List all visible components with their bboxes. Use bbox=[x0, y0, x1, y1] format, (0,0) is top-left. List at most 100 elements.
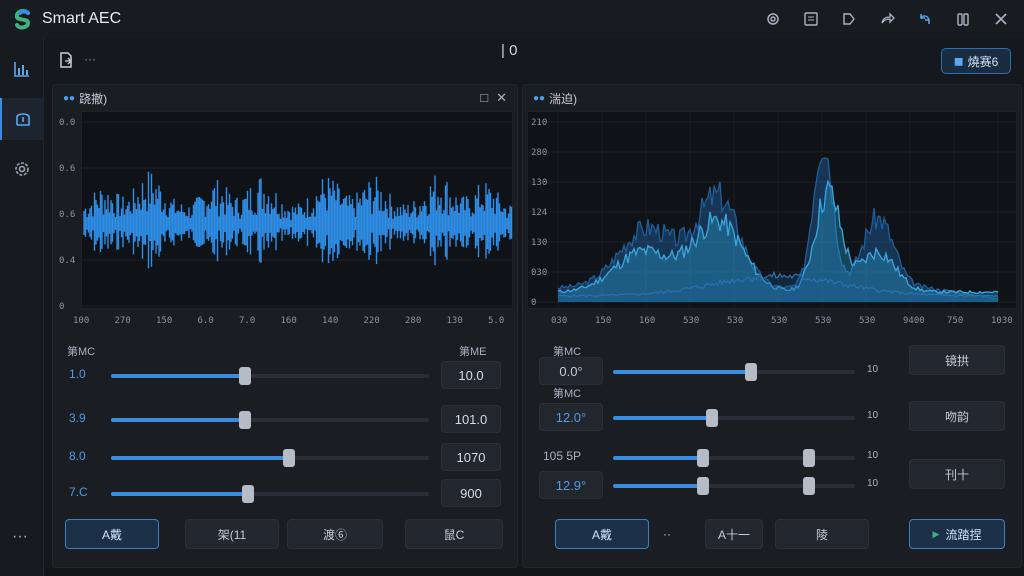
slider-handle[interactable] bbox=[744, 363, 757, 381]
row-value-field[interactable]: 12.9° bbox=[539, 471, 603, 499]
x-tick-label: 140 bbox=[322, 316, 338, 326]
slider-fill bbox=[111, 492, 248, 496]
side-button-3[interactable]: 刊十 bbox=[909, 459, 1005, 489]
right-action-3[interactable]: 陵 bbox=[775, 519, 869, 549]
slider-fill bbox=[111, 456, 290, 460]
panel-dot-icon: ●● bbox=[63, 92, 76, 104]
slider-fill bbox=[613, 416, 713, 420]
row-label: 第MC bbox=[553, 388, 582, 400]
x-tick-label: 5.0 bbox=[488, 316, 504, 326]
range-handle[interactable] bbox=[803, 449, 816, 467]
x-tick-label: 9400 bbox=[903, 316, 925, 326]
slider-track[interactable] bbox=[111, 449, 429, 467]
y-tick-label: 0 bbox=[531, 298, 536, 308]
navigation-rail: ··· bbox=[0, 38, 44, 576]
value-field[interactable]: 900 bbox=[441, 479, 501, 507]
left-action-1[interactable]: A戴 bbox=[65, 519, 159, 549]
x-tick-label: 150 bbox=[156, 316, 172, 326]
document-icon[interactable] bbox=[796, 6, 826, 32]
slider-handle[interactable] bbox=[238, 367, 251, 385]
slider-handle[interactable] bbox=[706, 409, 719, 427]
side-button-2[interactable]: 吻韵 bbox=[909, 401, 1005, 431]
tag-icon[interactable] bbox=[834, 6, 864, 32]
right-action-1[interactable]: A戴 bbox=[555, 519, 649, 549]
slider-handle[interactable] bbox=[238, 411, 251, 429]
slider-track[interactable] bbox=[111, 367, 429, 385]
x-tick-label: 160 bbox=[281, 316, 297, 326]
x-tick-label: 530 bbox=[727, 316, 743, 326]
range-handle[interactable] bbox=[803, 477, 816, 495]
right-action-2[interactable]: A十一 bbox=[705, 519, 763, 549]
slider-value-label: 8.0 bbox=[69, 449, 86, 463]
slider-handle[interactable] bbox=[283, 449, 296, 467]
close-panel-icon[interactable]: ✕ bbox=[496, 90, 507, 106]
row-value-field[interactable]: 12.0° bbox=[539, 403, 603, 431]
range-handle[interactable] bbox=[696, 449, 709, 467]
settings-icon[interactable] bbox=[0, 148, 44, 190]
value-field[interactable]: 1070 bbox=[441, 443, 501, 471]
waveform-axes: 0.0 0.6 0.6 0.4 0 100 270 150 6.0 7.0 160 140 220 280… bbox=[59, 118, 504, 326]
bar-chart-icon[interactable] bbox=[0, 48, 44, 90]
slider-track[interactable] bbox=[613, 477, 855, 495]
slider-track[interactable] bbox=[613, 363, 855, 381]
shield-icon: ◼ bbox=[953, 54, 964, 68]
share-icon[interactable] bbox=[872, 6, 902, 32]
row-max-label: 10 bbox=[867, 410, 879, 421]
gear-icon[interactable] bbox=[758, 6, 788, 32]
left-action-3[interactable]: 渡⑥ bbox=[287, 519, 383, 549]
range-handle[interactable] bbox=[696, 477, 709, 495]
spectrum-panel: ●● 湍迫) 210 280 130 124 130 030 0 030 150 160 530 53… bbox=[522, 84, 1022, 568]
x-tick-label: 270 bbox=[115, 316, 131, 326]
more-menu-icon[interactable]: ··· bbox=[12, 528, 28, 546]
slider-fill bbox=[613, 370, 751, 374]
row-value-field[interactable]: 0.0° bbox=[539, 357, 603, 385]
export-icon[interactable] bbox=[56, 50, 76, 70]
y-tick-label: 0.6 bbox=[59, 164, 75, 174]
value-field[interactable]: 10.0 bbox=[441, 361, 501, 389]
toolbar: ··· | 0 ◼ 燒赛6 bbox=[46, 38, 1024, 82]
slider-track[interactable] bbox=[613, 449, 855, 467]
y-tick-label: 030 bbox=[531, 268, 547, 278]
x-tick-label: 100 bbox=[73, 316, 89, 326]
y-tick-label: 124 bbox=[531, 208, 547, 218]
x-tick-label: 280 bbox=[405, 316, 421, 326]
x-tick-label: 6.0 bbox=[198, 316, 214, 326]
x-tick-label: 530 bbox=[815, 316, 831, 326]
slider-value-label: 3.9 bbox=[69, 411, 86, 425]
slider-track[interactable] bbox=[613, 409, 855, 427]
toolbar-more[interactable]: ··· bbox=[84, 52, 96, 66]
app-title: Smart AEC bbox=[42, 10, 122, 27]
slider-track[interactable] bbox=[111, 485, 429, 503]
row-label: 105 5P bbox=[543, 449, 582, 463]
columns-icon[interactable] bbox=[948, 6, 978, 32]
audio-icon[interactable] bbox=[0, 98, 44, 140]
x-tick-label: 160 bbox=[639, 316, 655, 326]
status-bar bbox=[46, 568, 1024, 576]
panel-title: 湍迫) bbox=[549, 91, 578, 106]
x-tick-label: 1030 bbox=[991, 316, 1013, 326]
slider-fill bbox=[613, 484, 703, 488]
right-more-button[interactable]: ·· bbox=[651, 519, 683, 549]
slider-track[interactable] bbox=[111, 411, 429, 429]
slider-header-right: 第ME bbox=[459, 346, 487, 358]
left-action-2[interactable]: 架(11 bbox=[185, 519, 279, 549]
side-button-1[interactable]: 镜拱 bbox=[909, 345, 1005, 375]
x-tick-label: 150 bbox=[595, 316, 611, 326]
close-icon[interactable] bbox=[986, 6, 1016, 32]
value-field[interactable]: 101.0 bbox=[441, 405, 501, 433]
primary-run-button[interactable]: ▶ 流踏捏 bbox=[909, 519, 1005, 549]
y-tick-label: 0.0 bbox=[59, 118, 75, 128]
x-tick-label: 130 bbox=[447, 316, 463, 326]
slider-handle[interactable] bbox=[241, 485, 254, 503]
top-right-button[interactable]: ◼ 燒赛6 bbox=[941, 48, 1011, 74]
refresh-icon[interactable] bbox=[910, 6, 940, 32]
panel-dot-icon: ●● bbox=[533, 92, 546, 104]
app-logo-icon bbox=[14, 8, 31, 30]
x-tick-label: 750 bbox=[947, 316, 963, 326]
x-tick-label: 530 bbox=[683, 316, 699, 326]
panel-title: 跷撤) bbox=[79, 91, 108, 106]
left-action-4[interactable]: 鼠C bbox=[405, 519, 503, 549]
maximize-icon[interactable]: □ bbox=[480, 90, 488, 106]
main-area: ··· | 0 ◼ 燒赛6 ●● 跷撤) □ ✕ 0.0 0.6 0.6 0.4 0 10… bbox=[46, 38, 1024, 576]
waveform-panel: ●● 跷撤) □ ✕ 0.0 0.6 0.6 0.4 0 100 270 150 6.0 7.0 1… bbox=[52, 84, 518, 568]
